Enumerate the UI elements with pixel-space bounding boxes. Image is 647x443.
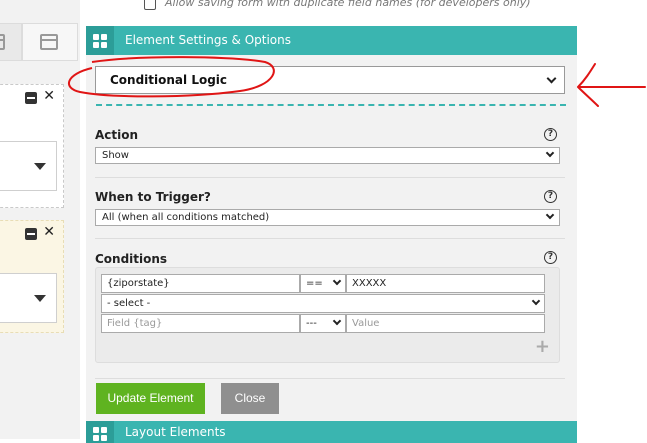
annotation-circle — [68, 56, 275, 98]
annotation-arrow — [577, 63, 646, 107]
annotation-overlay — [68, 56, 646, 107]
